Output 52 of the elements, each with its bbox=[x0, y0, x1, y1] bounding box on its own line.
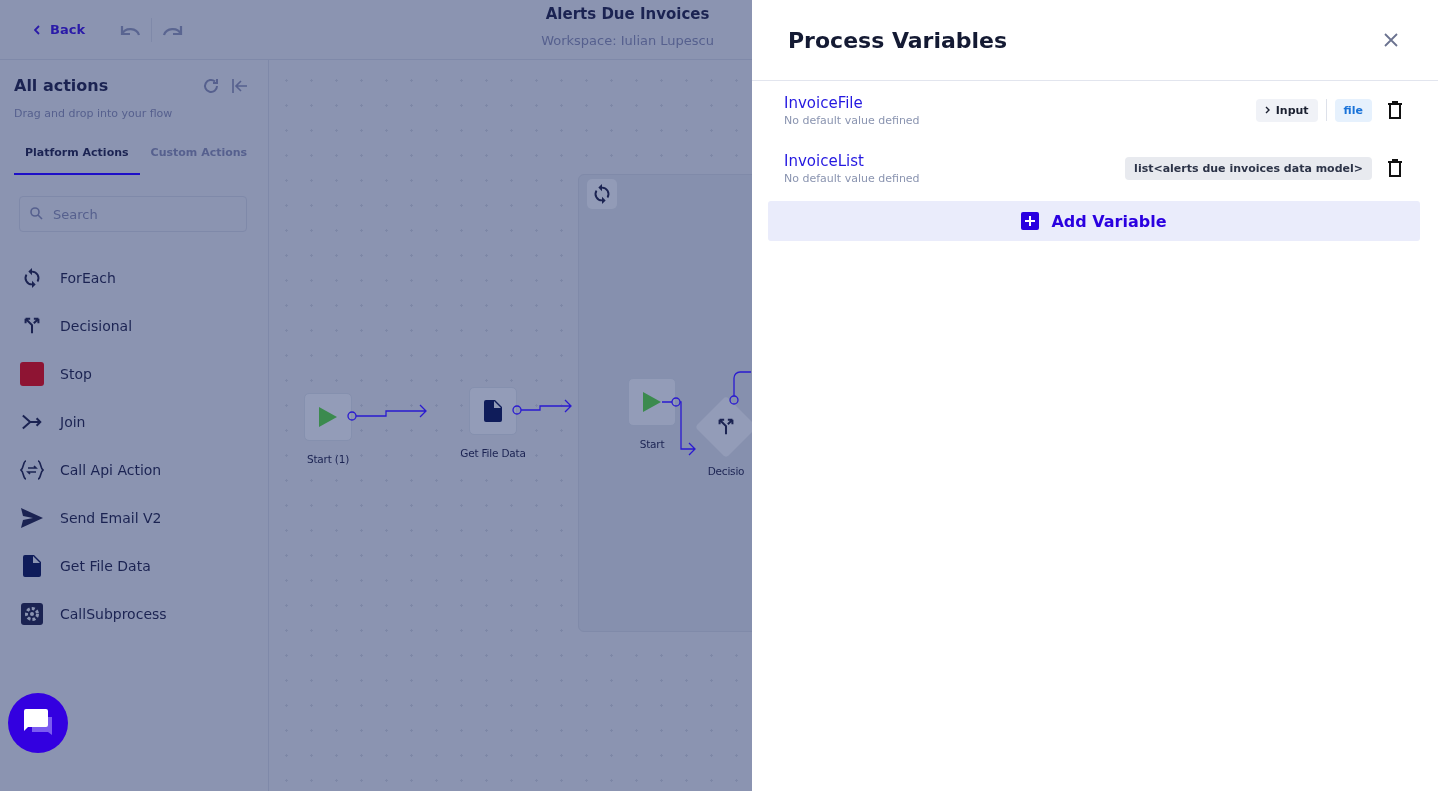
undo-icon[interactable] bbox=[119, 23, 142, 36]
variable-hint: No default value defined bbox=[784, 171, 920, 185]
node-label: Decisio bbox=[707, 465, 745, 477]
play-icon bbox=[319, 407, 337, 427]
file-icon bbox=[23, 555, 41, 577]
action-item[interactable]: CallSubprocess bbox=[14, 590, 268, 638]
email-icon bbox=[21, 508, 43, 528]
close-icon bbox=[1384, 33, 1398, 47]
action-node[interactable] bbox=[469, 387, 517, 435]
redo-icon[interactable] bbox=[162, 23, 185, 36]
action-item[interactable]: Join bbox=[14, 398, 268, 446]
action-item[interactable]: ForEach bbox=[14, 254, 268, 302]
node-label: Start bbox=[639, 438, 665, 450]
panel-title: All actions bbox=[14, 76, 109, 95]
direction-tag: Input bbox=[1255, 98, 1318, 122]
chat-icon bbox=[22, 709, 54, 737]
start-node[interactable] bbox=[304, 393, 352, 441]
delete-button[interactable] bbox=[1388, 101, 1402, 119]
node-label: Start (1) bbox=[306, 453, 350, 465]
collapse-icon[interactable] bbox=[232, 78, 248, 93]
type-tag: file bbox=[1334, 98, 1372, 122]
back-button[interactable]: Back bbox=[34, 22, 86, 37]
api-icon bbox=[20, 459, 44, 481]
tab[interactable]: Platform Actions bbox=[14, 146, 140, 175]
action-item[interactable]: Get File Data bbox=[14, 542, 268, 590]
play-icon bbox=[643, 392, 661, 412]
action-item[interactable]: Call Api Action bbox=[14, 446, 268, 494]
drawer-title: Process Variables bbox=[788, 27, 1008, 53]
action-item[interactable]: Stop bbox=[14, 350, 268, 398]
variable-hint: No default value defined bbox=[784, 113, 920, 127]
variable-name[interactable]: InvoiceFile bbox=[784, 93, 920, 112]
file-icon bbox=[484, 400, 502, 422]
add-variable-button[interactable]: Add Variable bbox=[768, 201, 1420, 241]
stop-icon bbox=[20, 362, 44, 386]
start-node[interactable] bbox=[628, 378, 676, 426]
trash-icon bbox=[1388, 101, 1402, 119]
connector bbox=[512, 399, 572, 415]
delete-button[interactable] bbox=[1388, 159, 1402, 177]
variable-name[interactable]: InvoiceList bbox=[784, 151, 920, 170]
subprocess-icon bbox=[21, 603, 43, 625]
plus-icon bbox=[1021, 212, 1040, 230]
refresh-icon[interactable] bbox=[202, 76, 220, 95]
action-item[interactable]: Send Email V2 bbox=[14, 494, 268, 542]
type-tag: list<alerts due invoices data model> bbox=[1125, 156, 1372, 180]
chevron-icon bbox=[1264, 106, 1270, 114]
close-button[interactable] bbox=[1384, 33, 1398, 47]
trash-icon bbox=[1388, 159, 1402, 177]
action-item[interactable]: Decisional bbox=[14, 302, 268, 350]
process-title: Alerts Due Invoices bbox=[544, 5, 711, 23]
node-label: Get File Data bbox=[460, 447, 526, 459]
connector bbox=[729, 371, 751, 405]
chevron-icon bbox=[34, 24, 40, 35]
